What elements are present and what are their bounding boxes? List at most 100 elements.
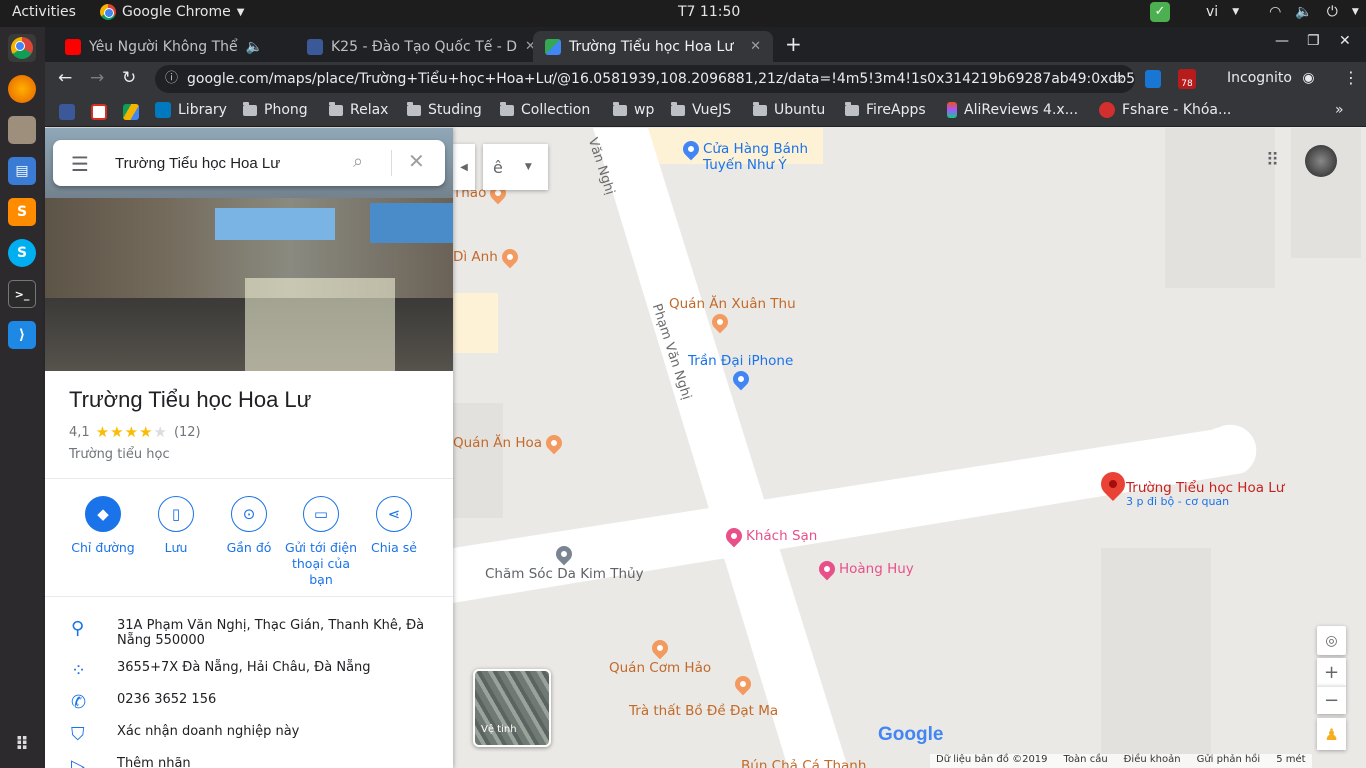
map-canvas[interactable]: Văn Nghị Phạm Văn Nghị Cửa Hàng Bánh Tuy… bbox=[453, 128, 1366, 768]
extension-badge-icon[interactable]: 78 bbox=[1178, 69, 1196, 89]
close-icon[interactable]: ✕ bbox=[408, 149, 425, 173]
bookmark-vuejs[interactable]: VueJS bbox=[671, 101, 732, 118]
bookmark-fireapps[interactable]: FireApps bbox=[845, 101, 926, 118]
system-tray[interactable]: ✓ vi ▼ ◠ 🔈 ⏻ ▼ bbox=[1150, 2, 1359, 22]
share-button[interactable]: ⋖ Chia sẻ bbox=[354, 496, 434, 556]
folder-icon bbox=[407, 101, 421, 116]
scale-label[interactable]: 5 mét bbox=[1276, 754, 1305, 768]
gmail-bookmark-icon[interactable] bbox=[91, 104, 107, 120]
my-location-button[interactable]: ◎ bbox=[1317, 626, 1346, 655]
sublime-icon[interactable]: S bbox=[8, 198, 36, 226]
satellite-toggle[interactable]: Vệ tinh bbox=[473, 669, 551, 747]
poi-restaurant[interactable]: Bún Chả Cá Thanh bbox=[741, 758, 866, 768]
bookmark-library[interactable]: Library bbox=[155, 102, 227, 118]
global-link[interactable]: Toàn cầu bbox=[1064, 754, 1108, 768]
new-tab-button[interactable]: + bbox=[785, 32, 802, 56]
poi-label: Cửa Hàng Bánh Tuyến Như Ý bbox=[703, 141, 809, 173]
poi-cafe[interactable]: Trà thất Bồ Đề Đạt Ma bbox=[629, 703, 778, 719]
bookmark-relax[interactable]: Relax bbox=[329, 101, 388, 118]
vscode-icon[interactable]: ⟩ bbox=[8, 321, 36, 349]
bookmark-studing[interactable]: Studing bbox=[407, 101, 482, 118]
incognito-icon: ◉ bbox=[1302, 70, 1315, 86]
bookmark-wp[interactable]: wp bbox=[613, 101, 654, 118]
send-to-phone-button[interactable]: ▭ Gửi tới điện thoại của bạn bbox=[281, 496, 361, 588]
directions-button[interactable]: ◆ Chỉ đường bbox=[63, 496, 143, 556]
search-input[interactable] bbox=[115, 148, 345, 178]
terms-link[interactable]: Điều khoản bbox=[1124, 754, 1181, 768]
language-indicator[interactable]: vi bbox=[1206, 4, 1218, 20]
poi-restaurant[interactable]: Quán Ăn Hoa bbox=[453, 431, 566, 455]
forward-button[interactable]: → bbox=[90, 68, 104, 88]
back-button[interactable]: ← bbox=[58, 68, 72, 88]
folder-icon bbox=[329, 101, 343, 116]
zoom-in-button[interactable]: + bbox=[1317, 658, 1346, 686]
bookmark-ubuntu[interactable]: Ubuntu bbox=[753, 101, 825, 118]
app-menu[interactable]: Google Chrome ▼ bbox=[100, 4, 244, 20]
activities-button[interactable]: Activities bbox=[12, 4, 76, 20]
feedback-link[interactable]: Gửi phản hồi bbox=[1197, 754, 1261, 768]
poi-restaurant[interactable]: Quán Cơm Hảo bbox=[609, 636, 711, 676]
poi-shop[interactable]: Cửa Hàng Bánh Tuyến Như Ý bbox=[679, 137, 813, 173]
facebook-bookmark-icon[interactable] bbox=[59, 104, 75, 120]
address-row[interactable]: ⚲ 31A Phạm Văn Nghị, Thạc Gián, Thanh Kh… bbox=[45, 618, 453, 648]
more-bookmarks-icon[interactable]: » bbox=[1335, 102, 1344, 118]
nearby-button[interactable]: ⊙ Gần đó bbox=[209, 496, 289, 556]
address-bar[interactable]: ⓘ google.com/maps/place/Trường+Tiểu+học+… bbox=[155, 65, 1135, 93]
tab-maps[interactable]: Trường Tiểu học Hoa Lư ✕ bbox=[533, 31, 773, 62]
clock[interactable]: T7 11:50 bbox=[678, 4, 740, 20]
bookmark-alireviews[interactable]: AliReviews 4.x... bbox=[947, 102, 1078, 118]
bookmark-phong[interactable]: Phong bbox=[243, 101, 308, 118]
claim-business-row[interactable]: ⛉ Xác nhận doanh nghiệp này bbox=[45, 724, 453, 745]
update-check-icon[interactable]: ✓ bbox=[1150, 2, 1170, 22]
bookmark-star-icon[interactable]: ☆ bbox=[1112, 65, 1125, 93]
firefox-icon[interactable] bbox=[8, 75, 36, 103]
place-category[interactable]: Trường tiểu học bbox=[69, 447, 170, 462]
bookmark-label: VueJS bbox=[692, 102, 732, 118]
extension-icon[interactable] bbox=[1145, 70, 1161, 88]
avatar[interactable] bbox=[1305, 145, 1337, 177]
layer-dropdown[interactable]: ê ▼ bbox=[483, 144, 548, 190]
info-icon[interactable]: ⓘ bbox=[165, 65, 178, 93]
chrome-launcher-icon[interactable] bbox=[8, 34, 36, 62]
drive-bookmark-icon[interactable] bbox=[123, 104, 139, 120]
terminal-icon[interactable]: >_ bbox=[8, 280, 36, 308]
maximize-button[interactable]: ❐ bbox=[1307, 33, 1320, 49]
search-icon[interactable]: ⌕ bbox=[353, 151, 363, 172]
writer-icon[interactable]: ▤ bbox=[8, 157, 36, 185]
chrome-icon bbox=[100, 4, 116, 20]
collapse-panel-button[interactable]: ◀ bbox=[453, 144, 475, 190]
poi-shop[interactable]: Trần Đại iPhone bbox=[688, 353, 793, 391]
bookmark-label: AliReviews 4.x... bbox=[964, 102, 1079, 118]
plus-code-row[interactable]: ⁘ 3655+7X Đà Nẵng, Hải Châu, Đà Nẵng bbox=[45, 660, 453, 681]
minimize-button[interactable]: — bbox=[1275, 33, 1289, 49]
close-icon[interactable]: ✕ bbox=[750, 39, 761, 54]
phone-send-icon: ▭ bbox=[303, 496, 339, 532]
close-icon[interactable]: ✕ bbox=[525, 39, 533, 54]
marker-label[interactable]: Trường Tiểu học Hoa Lư bbox=[1126, 480, 1284, 496]
poi-hotel[interactable]: Khách Sạn bbox=[722, 524, 817, 548]
menu-icon[interactable]: ⋮ bbox=[1343, 68, 1359, 87]
address-text: 31A Phạm Văn Nghị, Thạc Gián, Thanh Khê,… bbox=[117, 618, 425, 648]
rating-row[interactable]: 4,1 ★★★★★ (12) bbox=[69, 423, 201, 441]
bookmark-fshare[interactable]: Fshare - Khóa... bbox=[1099, 102, 1231, 118]
review-count[interactable]: (12) bbox=[174, 425, 201, 440]
tab-youtube[interactable]: Yêu Người Không Thể 🔈 bbox=[53, 31, 293, 62]
poi-spa[interactable]: Chăm Sóc Da Kim Thủy bbox=[485, 542, 644, 582]
poi-restaurant[interactable]: Dì Anh bbox=[453, 245, 522, 269]
poi-hotel[interactable]: Hoàng Huy bbox=[815, 557, 914, 581]
hamburger-menu-icon[interactable]: ☰ bbox=[71, 152, 89, 176]
close-window-button[interactable]: ✕ bbox=[1339, 33, 1351, 49]
tab-facebook[interactable]: K25 - Đào Tạo Quốc Tế - D ✕ bbox=[295, 31, 533, 62]
skype-icon[interactable]: S bbox=[8, 239, 36, 267]
save-button[interactable]: ▯ Lưu bbox=[136, 496, 216, 556]
add-label-row[interactable]: ▷ Thêm nhãn bbox=[45, 756, 453, 768]
apps-grid-icon[interactable]: ⠿ bbox=[1266, 150, 1279, 171]
poi-restaurant[interactable]: Quán Ăn Xuân Thu bbox=[669, 296, 796, 334]
files-icon[interactable] bbox=[8, 116, 36, 144]
bookmark-collection[interactable]: Collection bbox=[500, 101, 590, 118]
reload-button[interactable]: ↻ bbox=[122, 68, 136, 88]
pegman-icon[interactable]: ♟ bbox=[1317, 718, 1346, 750]
app-grid-icon[interactable]: ⠿ bbox=[8, 731, 36, 759]
phone-row[interactable]: ✆ 0236 3652 156 bbox=[45, 692, 453, 713]
zoom-out-button[interactable]: − bbox=[1317, 686, 1346, 714]
